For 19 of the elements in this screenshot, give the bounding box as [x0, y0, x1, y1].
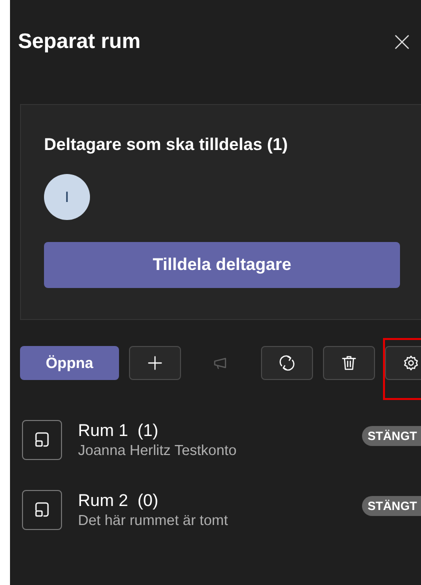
- gear-icon: [402, 354, 420, 372]
- assign-button[interactable]: Tilldela deltagare: [44, 242, 400, 288]
- add-icon: [146, 354, 164, 372]
- room-name[interactable]: Rum 2 (0): [78, 491, 362, 511]
- section-heading: Deltagare som ska tilldelas (1): [44, 135, 289, 155]
- trash-icon: [340, 354, 358, 372]
- avatar[interactable]: I: [44, 174, 90, 220]
- close-icon: [393, 33, 411, 51]
- open-button[interactable]: Öppna: [20, 346, 119, 380]
- room-name[interactable]: Rum 1 (1): [78, 421, 362, 441]
- room-detail: Det här rummet är tomt: [78, 513, 229, 529]
- close-button[interactable]: [393, 33, 411, 51]
- room-detail: Joanna Herlitz Testkonto: [78, 443, 238, 459]
- status-badge: STÄNGT: [362, 496, 421, 516]
- status-badge: STÄNGT: [362, 426, 421, 446]
- refresh-button[interactable]: [261, 346, 313, 380]
- panel-title: Separat rum: [18, 30, 141, 54]
- refresh-icon: [278, 354, 296, 372]
- delete-button[interactable]: [323, 346, 375, 380]
